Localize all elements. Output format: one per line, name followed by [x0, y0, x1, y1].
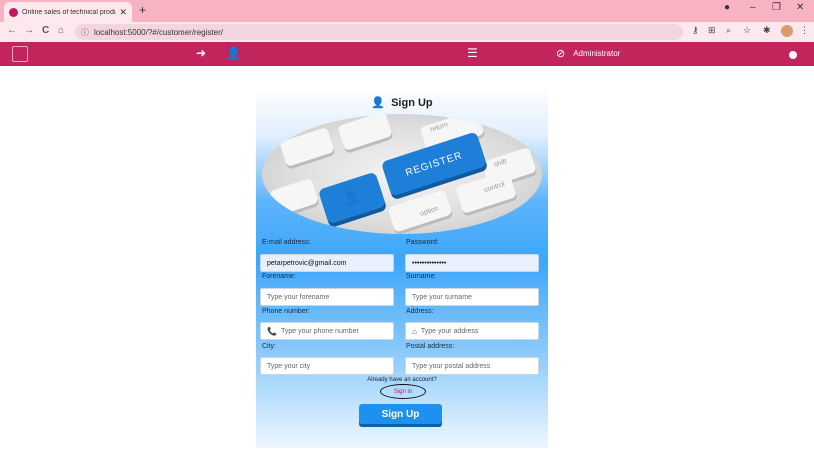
signup-title: Sign Up — [391, 97, 433, 109]
key-icon[interactable]: ⚷ — [692, 25, 699, 36]
sign-up-button[interactable]: Sign Up — [359, 404, 442, 424]
address-label: Address: — [406, 308, 434, 315]
admin-label: Administrator — [573, 49, 621, 58]
city-label: City: — [262, 343, 276, 350]
tab-title: Online sales of technical product — [22, 8, 117, 16]
city-field[interactable]: Type your city — [260, 357, 394, 375]
register-icon[interactable]: 👤 — [226, 46, 241, 60]
login-icon[interactable]: ➜ — [196, 46, 206, 60]
bookmark-star-icon[interactable]: ☆ — [743, 25, 751, 36]
zoom-icon[interactable]: ⌕ — [726, 25, 731, 36]
password-label: Password: — [406, 239, 439, 246]
profile-avatar[interactable] — [781, 25, 793, 37]
address-bar[interactable]: ⓘ localhost:5000/?#/customer/register/ — [75, 24, 683, 40]
address-placeholder: Type your address — [420, 327, 479, 335]
extensions-icon[interactable]: ✱ — [763, 25, 771, 36]
email-field[interactable]: petarpetrovic@gmail.com — [260, 254, 394, 272]
key — [337, 114, 393, 152]
already-account-text: Already have an account? — [367, 377, 437, 383]
forename-field[interactable]: Type your forename — [260, 288, 394, 306]
surname-field[interactable]: Type your surname — [405, 288, 539, 306]
translate-icon[interactable]: ⊞ — [708, 25, 716, 36]
browser-menu-icon[interactable]: ⋮ — [800, 25, 809, 36]
forename-label: Forename: — [262, 273, 296, 280]
forward-icon[interactable]: → — [24, 25, 34, 36]
postal-field[interactable]: Type your postal address — [405, 357, 539, 375]
reload-icon[interactable]: C — [42, 25, 49, 36]
user-key-icon: 👤 — [317, 171, 387, 225]
record-icon[interactable]: ● — [724, 2, 730, 13]
tab-favicon-icon — [9, 7, 18, 17]
phone-label: Phone number: — [262, 308, 310, 315]
new-tab-button[interactable]: + — [139, 3, 146, 17]
back-icon[interactable]: ← — [7, 25, 17, 36]
browser-tab-strip: Online sales of technical product ✕ + ● … — [0, 0, 814, 22]
address-field[interactable]: ⌂ Type your address — [405, 322, 539, 340]
signup-heading: 👤 Sign Up — [256, 96, 548, 109]
minimize-button[interactable]: – — [750, 2, 756, 13]
site-info-icon[interactable]: ⓘ — [81, 27, 89, 38]
signup-card: 👤 Sign Up return control option shift RE… — [256, 86, 548, 448]
browser-toolbar: ← → C ⌂ ⓘ localhost:5000/?#/customer/reg… — [0, 22, 814, 42]
theme-toggle[interactable] — [789, 51, 797, 59]
app-navbar: ➜ 👤 ☰ ⊘ Administrator — [0, 42, 814, 66]
phone-field[interactable]: 📞 Type your phone number — [260, 322, 394, 340]
surname-label: Surname: — [406, 273, 437, 280]
app-logo-icon[interactable] — [12, 46, 28, 62]
ban-icon: ⊘ — [556, 48, 566, 60]
home-icon[interactable]: ⌂ — [58, 25, 64, 36]
phone-icon: 📞 — [267, 326, 277, 336]
user-plus-icon: 👤 — [371, 97, 386, 109]
url-text: localhost:5000/?#/customer/register/ — [94, 27, 223, 37]
key — [279, 126, 335, 168]
key — [269, 177, 319, 217]
house-icon: ⌂ — [412, 326, 417, 336]
phone-placeholder: Type your phone number — [280, 327, 359, 335]
keyboard-image: return control option shift REGISTER 👤 — [262, 114, 542, 234]
password-field[interactable]: •••••••••••••• — [405, 254, 539, 272]
list-icon[interactable]: ☰ — [467, 46, 478, 60]
close-window-button[interactable]: ✕ — [796, 2, 804, 13]
postal-label: Postal address: — [406, 343, 455, 350]
email-label: E-mail address: — [262, 239, 311, 246]
browser-tab[interactable]: Online sales of technical product ✕ — [4, 2, 132, 22]
admin-link[interactable]: ⊘ Administrator — [556, 47, 620, 60]
maximize-button[interactable]: ❐ — [772, 2, 781, 13]
tab-close-icon[interactable]: ✕ — [119, 7, 127, 18]
sign-in-link[interactable]: Sign in — [380, 384, 426, 399]
